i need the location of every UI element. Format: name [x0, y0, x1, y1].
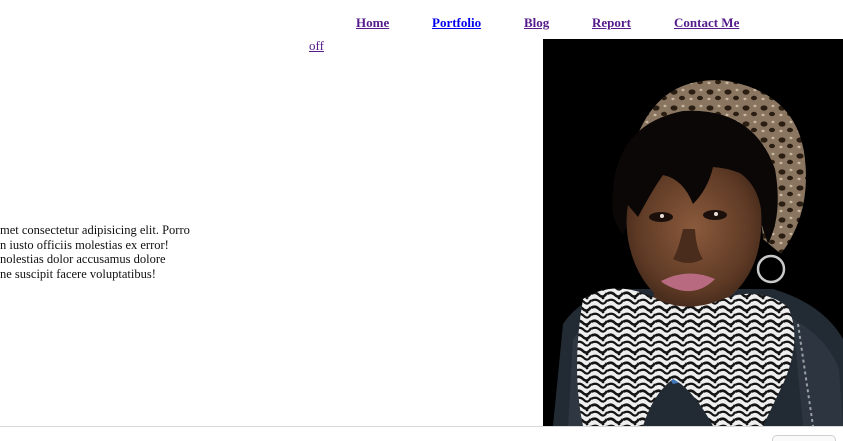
corner-widget-tab[interactable]	[772, 435, 836, 441]
nav-link-home[interactable]: Home	[356, 15, 389, 31]
main-nav: Home Portfolio Blog Report Contact Me	[0, 15, 843, 33]
portrait-illustration	[543, 39, 843, 426]
nav-link-portfolio[interactable]: Portfolio	[432, 15, 481, 31]
intro-paragraph: met consectetur adipisicing elit. Porro …	[0, 223, 210, 281]
bottom-divider	[0, 426, 843, 427]
intro-line: nolestias dolor accusamus dolore	[0, 252, 166, 266]
off-toggle-link[interactable]: off	[309, 38, 324, 54]
intro-line: ne suscipit facere voluptatibus!	[0, 266, 156, 281]
nav-link-contact-me[interactable]: Contact Me	[674, 15, 739, 31]
profile-photo	[543, 39, 843, 426]
nav-link-report[interactable]: Report	[592, 15, 631, 31]
intro-line: met consectetur adipisicing elit. Porro	[0, 223, 190, 237]
nav-link-blog[interactable]: Blog	[524, 15, 549, 31]
intro-line: n iusto officiis molestias ex error!	[0, 237, 169, 252]
